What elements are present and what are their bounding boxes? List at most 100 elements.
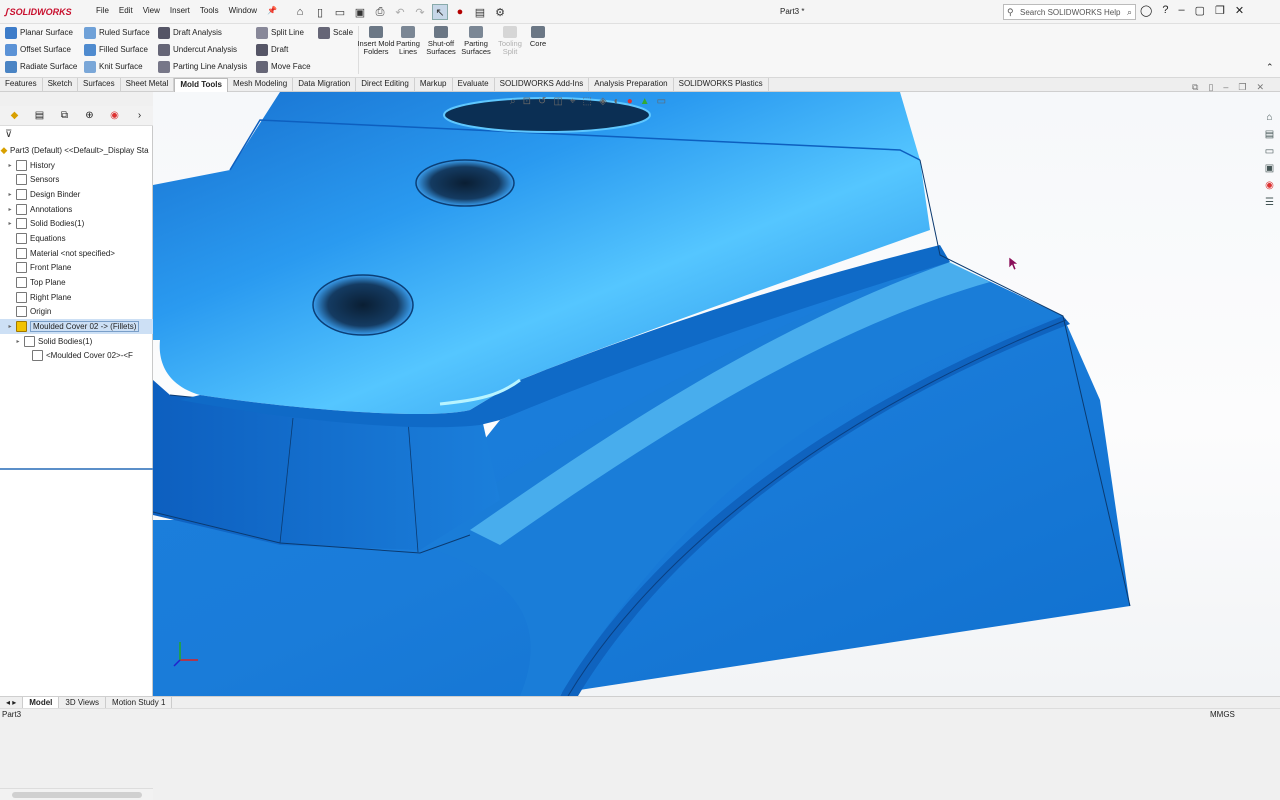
viewport-restore-icon[interactable]: ❐	[1238, 82, 1246, 93]
viewport-minimize-icon[interactable]: –	[1223, 82, 1228, 93]
property-manager-tab-icon[interactable]: ▤	[33, 109, 46, 122]
print-icon[interactable]: ⎙	[372, 4, 388, 20]
view-settings-icon[interactable]: ▭	[657, 96, 666, 107]
filter-icon[interactable]: ⊽	[5, 129, 12, 140]
rebuild-icon[interactable]: ●	[452, 4, 468, 20]
panel-expand-arrow-icon[interactable]: ›	[133, 109, 146, 122]
offset-surface-button[interactable]: Offset Surface	[5, 43, 77, 56]
expand-arrow-icon[interactable]: ▸	[6, 220, 14, 227]
search-help-input[interactable]: ⚲ Search SOLIDWORKS Help ⌕	[1003, 4, 1136, 20]
molded-cover-3d-model[interactable]	[153, 92, 1280, 696]
menu-tools[interactable]: Tools	[200, 6, 219, 15]
view-palette-icon[interactable]: ▣	[1263, 163, 1276, 176]
bottom-tab-motion-study-1[interactable]: Motion Study 1	[106, 696, 173, 709]
display-manager-tab-icon[interactable]: ◉	[108, 109, 121, 122]
tab-surfaces[interactable]: Surfaces	[78, 78, 121, 92]
file-properties-icon[interactable]: ▤	[472, 4, 488, 20]
previous-view-icon[interactable]: ↺	[538, 96, 546, 107]
tree-item[interactable]: Equations	[0, 231, 153, 246]
open-folder-icon[interactable]: ▭	[332, 4, 348, 20]
menu-file[interactable]: File	[96, 6, 109, 15]
appearances-icon[interactable]: ◉	[1263, 180, 1276, 193]
display-style-icon[interactable]: ◈	[599, 96, 607, 107]
options-gear-icon[interactable]: ⚙	[492, 4, 508, 20]
tree-item[interactable]: ▸ Moulded Cover 02 -> (Fillets)	[0, 319, 153, 334]
custom-properties-icon[interactable]: ☰	[1263, 197, 1276, 210]
scrollbar-thumb[interactable]	[12, 792, 142, 798]
configuration-manager-tab-icon[interactable]: ⧉	[58, 109, 71, 122]
move-face-button[interactable]: Move Face	[256, 60, 311, 73]
parting-line-analysis-button[interactable]: Parting Line Analysis	[158, 60, 247, 73]
tab-mold-tools[interactable]: Mold Tools	[174, 78, 228, 92]
bottom-tab-3d-views[interactable]: 3D Views	[59, 696, 107, 709]
bottom-tab-model[interactable]: Model	[23, 696, 60, 709]
tree-item[interactable]: ▸ Solid Bodies(1)	[0, 216, 153, 231]
tree-item[interactable]: ▸ History	[0, 158, 153, 173]
collapse-ribbon-icon[interactable]: ⌃	[1266, 62, 1274, 73]
apply-scene-icon[interactable]: ▲	[640, 96, 650, 107]
view-orientation-icon[interactable]: ⬚	[582, 96, 591, 107]
dynamic-annotation-icon[interactable]: ⌖	[570, 96, 576, 107]
expand-arrow-icon[interactable]: ▸	[6, 323, 14, 330]
tab-sheet-metal[interactable]: Sheet Metal	[121, 78, 175, 92]
graphics-viewport[interactable]	[153, 92, 1280, 696]
zoom-to-fit-icon[interactable]: ⌕	[510, 96, 516, 107]
tab-markup[interactable]: Markup	[415, 78, 453, 92]
menu-window[interactable]: Window	[229, 6, 257, 15]
tab-sketch[interactable]: Sketch	[43, 78, 79, 92]
tab-direct-editing[interactable]: Direct Editing	[356, 78, 415, 92]
tab-analysis-preparation[interactable]: Analysis Preparation	[589, 78, 674, 92]
tab-scroll-arrows-icon[interactable]: ◂ ▸	[0, 696, 24, 709]
redo-icon[interactable]: ↷	[412, 4, 428, 20]
tab-data-migration[interactable]: Data Migration	[293, 78, 357, 92]
feature-manager-tab-icon[interactable]: ◆	[8, 109, 21, 122]
expand-arrow-icon[interactable]: ▸	[6, 206, 14, 213]
draft-button[interactable]: Draft	[256, 43, 311, 56]
menu-edit[interactable]: Edit	[119, 6, 133, 15]
expand-arrow-icon[interactable]: ▸	[6, 191, 14, 198]
tree-item[interactable]: Top Plane	[0, 275, 153, 290]
save-icon[interactable]: ▣	[352, 4, 368, 20]
tree-item[interactable]: ▸ Design Binder	[0, 187, 153, 202]
home-icon[interactable]: ⌂	[292, 4, 308, 20]
expand-arrow-icon[interactable]: ▸	[6, 162, 14, 169]
tab-solidworks-add-ins[interactable]: SOLIDWORKS Add-Ins	[495, 78, 590, 92]
minimize-icon[interactable]: –	[1178, 4, 1184, 17]
split-line-button[interactable]: Split Line	[256, 26, 311, 39]
units-selector[interactable]: MMGS	[1210, 709, 1235, 720]
planar-surface-button[interactable]: Planar Surface	[5, 26, 77, 39]
tab-mesh-modeling[interactable]: Mesh Modeling	[228, 78, 294, 92]
undo-icon[interactable]: ↶	[392, 4, 408, 20]
radiate-surface-button[interactable]: Radiate Surface	[5, 60, 77, 73]
parting-surfaces-button[interactable]: Parting Surfaces	[457, 26, 495, 56]
rollback-bar[interactable]	[0, 468, 153, 470]
menu-view[interactable]: View	[143, 6, 160, 15]
tree-item[interactable]: Front Plane	[0, 261, 153, 276]
zoom-to-area-icon[interactable]: ⊡	[523, 96, 531, 107]
tree-root-part[interactable]: ◆ Part3 (Default) <<Default>_Display Sta	[0, 143, 153, 158]
shut-off-surfaces-button[interactable]: Shut-off Surfaces	[422, 26, 460, 56]
panel-horizontal-scrollbar[interactable]	[0, 788, 153, 800]
expand-arrow-icon[interactable]: ▸	[14, 338, 22, 345]
menu-insert[interactable]: Insert	[170, 6, 190, 15]
viewport-tile-icon[interactable]: ⧉	[1192, 82, 1198, 93]
ruled-surface-button[interactable]: Ruled Surface	[84, 26, 150, 39]
filled-surface-button[interactable]: Filled Surface	[84, 43, 150, 56]
magnifier-icon[interactable]: ⌕	[1127, 7, 1132, 18]
core-button[interactable]: Core	[519, 26, 557, 48]
select-arrow-icon[interactable]: ↖	[432, 4, 448, 20]
dimxpert-tab-icon[interactable]: ⊕	[83, 109, 96, 122]
hide-show-items-icon[interactable]: ◐	[614, 96, 620, 107]
pin-icon[interactable]: 📌	[267, 6, 277, 15]
tab-solidworks-plastics[interactable]: SOLIDWORKS Plastics	[674, 78, 769, 92]
tree-item[interactable]: <Moulded Cover 02>-<F	[0, 349, 153, 364]
viewport-split-icon[interactable]: ▯	[1208, 82, 1213, 93]
solidworks-resources-icon[interactable]: ⌂	[1263, 112, 1276, 125]
help-icon[interactable]: ?	[1162, 4, 1168, 17]
section-view-icon[interactable]: ◫	[553, 96, 562, 107]
tree-item[interactable]: Sensors	[0, 172, 153, 187]
tree-item[interactable]: Material <not specified>	[0, 246, 153, 261]
edit-appearance-icon[interactable]: ●	[627, 96, 633, 107]
solidworks-logo[interactable]: ꭍ SOLIDWORKS	[4, 5, 72, 19]
close-icon[interactable]: ✕	[1235, 4, 1244, 17]
